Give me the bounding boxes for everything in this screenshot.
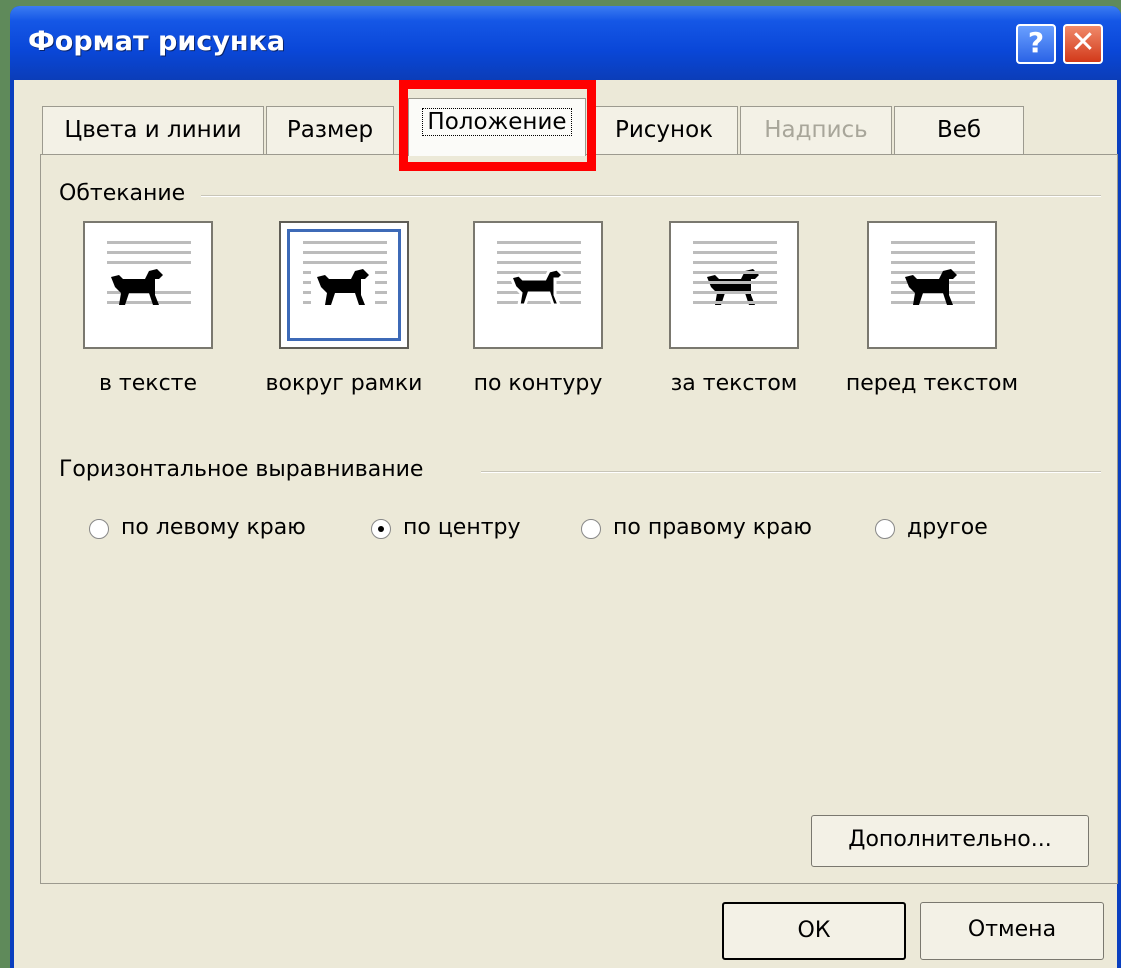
front-text-dog-icon xyxy=(905,269,957,305)
advanced-button[interactable]: Дополнительно... xyxy=(811,815,1089,867)
radio-right-label[interactable]: по правому краю xyxy=(613,515,812,540)
wrap-behind-label: за текстом xyxy=(670,371,798,396)
position-tab-panel: Обтекание в тексте вокруг рамки по конту… xyxy=(40,154,1118,884)
inline-text-dog-icon xyxy=(111,269,163,305)
close-button[interactable]: ✕ xyxy=(1063,24,1103,64)
wrap-square-label: вокруг рамки xyxy=(265,371,423,396)
radio-right[interactable] xyxy=(581,519,601,539)
wrap-tight-label: по контуру xyxy=(473,371,603,396)
dialog-title: Формат рисунка xyxy=(28,26,286,57)
wrapping-group-line xyxy=(201,195,1101,197)
cancel-button[interactable]: Отмена xyxy=(920,902,1104,960)
tab-size[interactable]: Размер xyxy=(266,106,394,154)
alignment-group-label: Горизонтальное выравнивание xyxy=(59,457,436,482)
dialog-body: Цвета и линии Размер Положение Рисунок Н… xyxy=(14,80,1118,968)
wrap-front-option[interactable] xyxy=(867,221,997,349)
square-wrap-dog-icon xyxy=(311,265,375,309)
text-lines xyxy=(693,241,777,311)
wrap-inline-label: в тексте xyxy=(98,371,198,396)
tab-web[interactable]: Веб xyxy=(894,106,1024,154)
tab-textbox: Надпись xyxy=(740,106,892,154)
title-bar: Формат рисунка ? ✕ xyxy=(10,6,1121,80)
wrap-tight-option[interactable] xyxy=(473,221,603,349)
wrap-inline-option[interactable] xyxy=(83,221,213,349)
tab-colors-and-lines[interactable]: Цвета и линии xyxy=(42,106,264,154)
wrap-square-option[interactable] xyxy=(279,221,409,349)
wrap-front-label: перед текстом xyxy=(845,371,1019,396)
radio-other[interactable] xyxy=(875,519,895,539)
tight-wrap-dog-icon xyxy=(508,267,566,307)
help-button[interactable]: ? xyxy=(1016,24,1056,64)
wrapping-group-label: Обтекание xyxy=(59,181,198,206)
format-picture-dialog: Формат рисунка ? ✕ Цвета и линии Размер … xyxy=(10,6,1121,968)
radio-center-label[interactable]: по центру xyxy=(403,515,521,540)
radio-other-label[interactable]: другое xyxy=(907,515,988,540)
radio-center[interactable] xyxy=(371,519,391,539)
wrap-behind-option[interactable] xyxy=(669,221,799,349)
alignment-group-line xyxy=(481,471,1101,473)
red-highlight-frame xyxy=(399,80,596,171)
radio-left[interactable] xyxy=(89,519,109,539)
ok-button[interactable]: ОК xyxy=(722,902,906,960)
alignment-radio-group: по левому краю по центру по правому краю… xyxy=(41,515,1117,545)
radio-left-label[interactable]: по левому краю xyxy=(121,515,306,540)
tab-picture[interactable]: Рисунок xyxy=(590,106,738,154)
